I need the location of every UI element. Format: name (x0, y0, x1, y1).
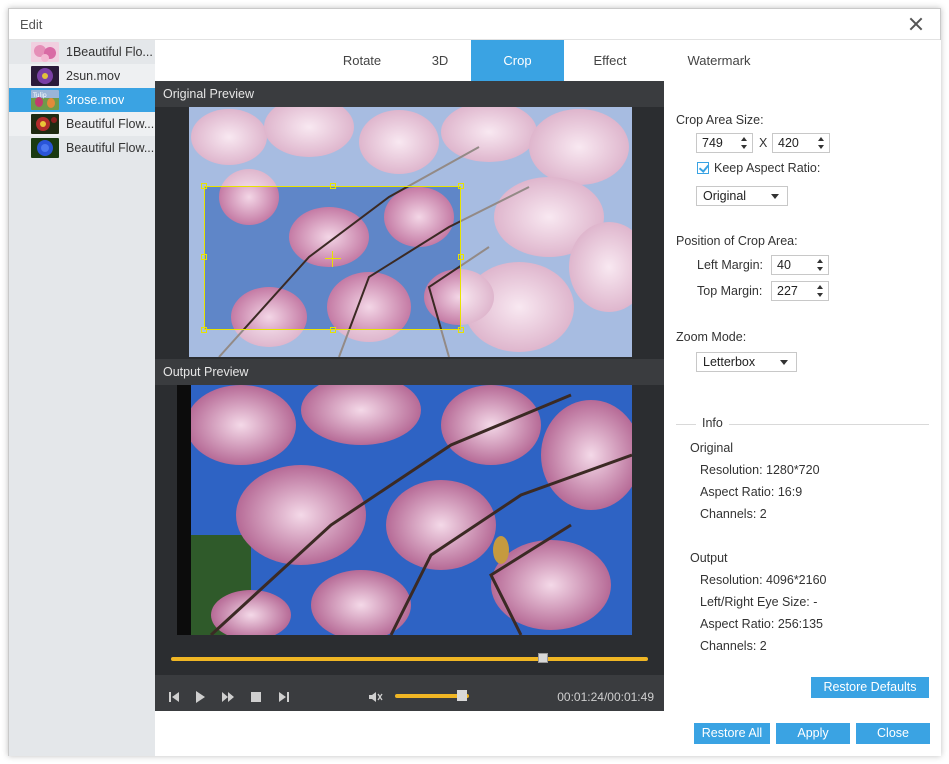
left-margin-label: Left Margin: (697, 258, 764, 272)
original-channels: Channels: 2 (700, 507, 767, 521)
crop-frame[interactable] (201, 183, 464, 333)
dialog-footer: Restore All Apply Close (155, 711, 941, 756)
tab-bar: Rotate 3D Crop Effect Watermark (155, 40, 941, 81)
crop-handle-top[interactable] (330, 183, 336, 189)
file-item-1[interactable]: 1Beautiful Flo... (9, 40, 155, 64)
file-name: Beautiful Flow... (66, 117, 155, 131)
crop-handle-br[interactable] (458, 327, 464, 333)
volume-icon[interactable] (367, 688, 385, 706)
close-button[interactable]: Close (856, 723, 930, 744)
title-bar: Edit (9, 9, 940, 40)
output-preview (177, 385, 632, 635)
play-icon[interactable] (191, 688, 209, 706)
apply-button[interactable]: Apply (776, 723, 850, 744)
file-item-2[interactable]: 2sun.mov (9, 64, 155, 88)
timeline-slider[interactable] (171, 653, 648, 663)
file-item-5[interactable]: Beautiful Flow... (9, 136, 155, 160)
original-aspect: Aspect Ratio: 16:9 (700, 485, 803, 499)
timeline-handle[interactable] (538, 653, 549, 663)
svg-text:Tulip: Tulip (32, 92, 47, 99)
crop-handle-bottom[interactable] (330, 327, 336, 333)
dialog-title: Edit (20, 17, 43, 32)
size-separator: X (759, 136, 768, 150)
keep-aspect-label: Keep Aspect Ratio: (714, 161, 821, 175)
file-thumbnail (31, 42, 59, 62)
info-title: Info (696, 416, 729, 430)
volume-handle[interactable] (456, 690, 467, 701)
zoom-mode-select[interactable]: Letterbox (696, 352, 797, 372)
file-list: 1Beautiful Flo... 2sun.mov Tulip 3rose.m… (9, 40, 155, 756)
restore-all-button[interactable]: Restore All (694, 723, 770, 744)
file-thumbnail (31, 66, 59, 86)
crop-handle-tl[interactable] (201, 183, 207, 189)
top-margin-input[interactable]: 227 (771, 281, 829, 301)
tab-3d[interactable]: 3D (409, 40, 471, 81)
crop-handle-bl[interactable] (201, 327, 207, 333)
crosshair-icon (325, 258, 341, 259)
tab-effect[interactable]: Effect (564, 40, 656, 81)
top-margin-label: Top Margin: (697, 284, 763, 298)
output-preview-label: Output Preview (155, 359, 664, 385)
restore-defaults-button[interactable]: Restore Defaults (811, 677, 929, 698)
crop-handle-right[interactable] (458, 254, 464, 260)
chevron-down-icon (780, 360, 788, 365)
output-eye-size: Left/Right Eye Size: - (700, 595, 818, 609)
tab-crop[interactable]: Crop (471, 40, 564, 81)
crop-handle-tr[interactable] (458, 183, 464, 189)
output-info-heading: Output (690, 551, 728, 565)
skip-back-icon[interactable] (165, 688, 183, 706)
timecode: 00:01:24/00:01:49 (557, 690, 654, 704)
file-name: Beautiful Flow... (66, 141, 155, 155)
file-thumbnail: Tulip (31, 90, 59, 110)
file-name: 3rose.mov (66, 93, 125, 107)
file-name: 1Beautiful Flo... (66, 45, 153, 59)
crop-position-label: Position of Crop Area: (676, 234, 798, 248)
edit-dialog: Edit 1Beautiful Flo... 2sun.mov Tulip 3r… (8, 8, 941, 756)
tab-watermark[interactable]: Watermark (656, 40, 782, 81)
spinner-arrows-icon[interactable] (817, 259, 824, 271)
spinner-arrows-icon[interactable] (741, 137, 748, 149)
file-thumbnail (31, 138, 59, 158)
crop-area-size-label: Crop Area Size: (676, 113, 764, 127)
skip-forward-icon[interactable] (275, 688, 293, 706)
file-item-4[interactable]: Beautiful Flow... (9, 112, 155, 136)
close-icon[interactable] (906, 14, 926, 34)
output-aspect: Aspect Ratio: 256:135 (700, 617, 823, 631)
crop-settings-panel: Crop Area Size: 749 X 420 Keep Aspect Ra… (664, 81, 941, 711)
output-video-frame (191, 385, 632, 635)
file-thumbnail (31, 114, 59, 134)
chevron-down-icon (771, 194, 779, 199)
crop-handle-left[interactable] (201, 254, 207, 260)
crosshair-icon (332, 251, 333, 267)
zoom-mode-label: Zoom Mode: (676, 330, 747, 344)
spinner-arrows-icon[interactable] (818, 137, 825, 149)
spinner-arrows-icon[interactable] (817, 285, 824, 297)
left-margin-input[interactable]: 40 (771, 255, 829, 275)
output-resolution: Resolution: 4096*2160 (700, 573, 827, 587)
original-resolution: Resolution: 1280*720 (700, 463, 820, 477)
crop-height-input[interactable]: 420 (772, 133, 830, 153)
original-preview (189, 107, 632, 357)
preview-area: Original Preview Output Preview 00:01:24… (155, 81, 664, 719)
stop-icon[interactable] (247, 688, 265, 706)
file-name: 2sun.mov (66, 69, 121, 83)
crop-width-input[interactable]: 749 (696, 133, 753, 153)
aspect-ratio-select[interactable]: Original (696, 186, 788, 206)
keep-aspect-checkbox[interactable] (697, 162, 709, 174)
output-channels: Channels: 2 (700, 639, 767, 653)
original-info-heading: Original (690, 441, 734, 455)
original-preview-label: Original Preview (155, 81, 664, 107)
tab-rotate[interactable]: Rotate (315, 40, 409, 81)
fast-forward-icon[interactable] (219, 688, 237, 706)
file-item-3[interactable]: Tulip 3rose.mov (9, 88, 155, 112)
